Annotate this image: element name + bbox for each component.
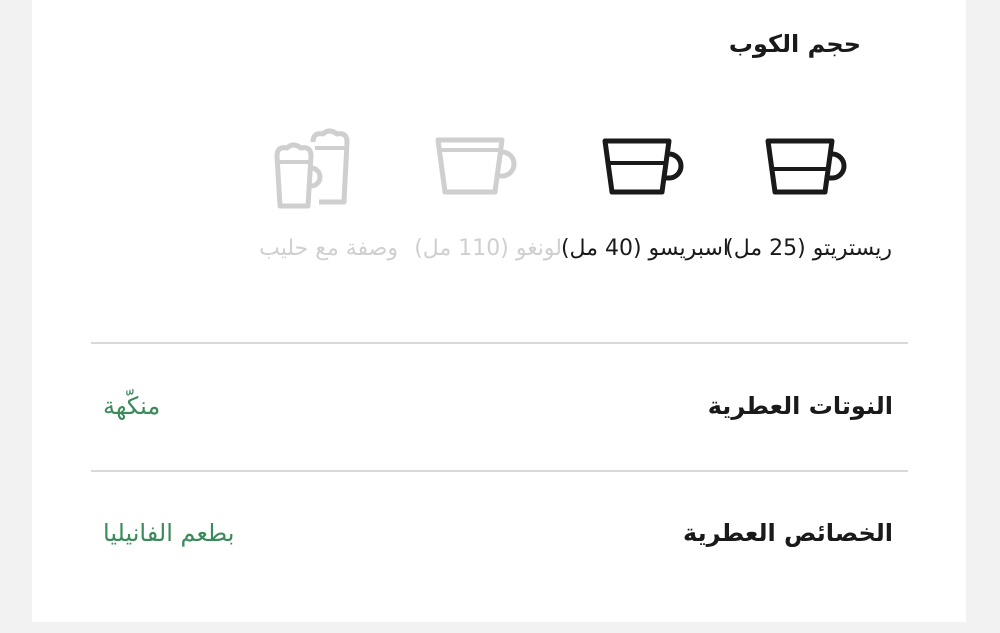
cup-option-label: لونغو (110 مل) (414, 236, 562, 261)
cup-option-label: ريستريتو (25 مل) (725, 236, 892, 261)
milk-recipe-glasses-icon (228, 128, 398, 223)
cup-size-title: حجم الكوب (728, 30, 861, 58)
divider (91, 342, 908, 344)
cup-option-label: اسبريسو (40 مل) (560, 236, 729, 261)
cup-option-espresso[interactable]: اسبريسو (40 مل) (559, 128, 729, 318)
divider (91, 470, 908, 472)
cup-option-lungo[interactable]: لونغو (110 مل) (392, 128, 562, 318)
lungo-cup-icon (392, 128, 562, 223)
aromatic-notes-label: النوتات العطرية (707, 392, 893, 420)
cup-option-label: وصفة مع حليب (259, 236, 398, 261)
aromatic-profile-label: الخصائص العطرية (683, 519, 893, 547)
cup-option-milk-recipe[interactable]: وصفة مع حليب (228, 128, 398, 318)
aromatic-profile-value: بطعم الفانيليا (103, 519, 235, 547)
aromatic-notes-value: منكّهة (103, 392, 161, 420)
cup-option-ristretto[interactable]: ريستريتو (25 مل) (722, 128, 892, 318)
ristretto-cup-icon (722, 128, 892, 223)
espresso-cup-icon (559, 128, 729, 223)
